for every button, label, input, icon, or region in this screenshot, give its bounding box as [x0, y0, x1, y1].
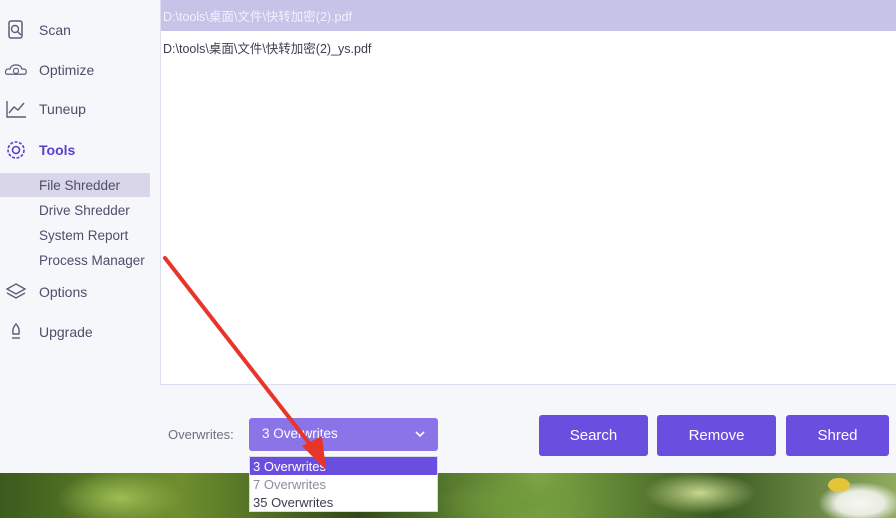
sidebar-item-upgrade[interactable]: Upgrade	[0, 319, 150, 345]
remove-button[interactable]: Remove	[657, 415, 776, 456]
search-button[interactable]: Search	[539, 415, 648, 456]
shred-button[interactable]: Shred	[786, 415, 889, 456]
chevron-down-icon	[414, 427, 426, 439]
file-row[interactable]: D:\tools\桌面\文件\快转加密(2)_ys.pdf	[161, 32, 896, 63]
overwrites-option[interactable]: 3 Overwrites	[250, 457, 437, 475]
file-path: D:\tools\桌面\文件\快转加密(2).pdf	[163, 10, 352, 24]
file-path: D:\tools\桌面\文件\快转加密(2)_ys.pdf	[163, 42, 372, 56]
file-list[interactable]: D:\tools\桌面\文件\快转加密(2).pdf D:\tools\桌面\文…	[160, 0, 896, 385]
sidebar-subitem-label: System Report	[39, 227, 129, 243]
tools-icon	[4, 139, 28, 161]
sidebar-item-options[interactable]: Options	[0, 279, 150, 305]
sidebar-item-label: Tools	[39, 142, 76, 158]
sidebar-item-label: Scan	[39, 22, 71, 38]
sidebar: Scan Optimize Tuneup Tools File Shredder…	[0, 0, 150, 473]
sidebar-item-label: Tuneup	[39, 101, 86, 117]
file-row[interactable]: D:\tools\桌面\文件\快转加密(2).pdf	[161, 0, 896, 31]
overwrites-selected-value: 3 Overwrites	[262, 426, 338, 441]
upgrade-icon	[4, 321, 28, 343]
overwrites-dropdown[interactable]: 3 Overwrites	[249, 418, 438, 451]
sidebar-subitem-label: Process Manager	[39, 252, 145, 268]
overwrites-label: Overwrites:	[168, 427, 234, 442]
overwrites-options-list: 3 Overwrites 7 Overwrites 35 Overwrites	[249, 456, 438, 512]
background-flower	[828, 478, 850, 492]
options-icon	[4, 281, 28, 303]
background-photo	[0, 473, 896, 518]
sidebar-item-label: Options	[39, 284, 88, 300]
sidebar-subitem-label: Drive Shredder	[39, 202, 130, 218]
overwrites-option[interactable]: 35 Overwrites	[250, 493, 437, 511]
sidebar-subitem-process-manager[interactable]: Process Manager	[0, 248, 150, 272]
overwrites-option[interactable]: 7 Overwrites	[250, 475, 437, 493]
sidebar-item-label: Optimize	[39, 62, 95, 78]
sidebar-subitem-label: File Shredder	[39, 177, 121, 193]
sidebar-item-label: Upgrade	[39, 324, 93, 340]
sidebar-item-tuneup[interactable]: Tuneup	[0, 96, 150, 122]
sidebar-subitem-drive-shredder[interactable]: Drive Shredder	[0, 198, 150, 222]
scan-icon	[4, 19, 28, 41]
sidebar-item-tools[interactable]: Tools	[0, 137, 150, 163]
sidebar-item-optimize[interactable]: Optimize	[0, 57, 150, 83]
sidebar-item-scan[interactable]: Scan	[0, 17, 150, 43]
tuneup-icon	[4, 98, 28, 120]
sidebar-subitem-system-report[interactable]: System Report	[0, 223, 150, 247]
sidebar-subitem-file-shredder[interactable]: File Shredder	[0, 173, 150, 197]
optimize-icon	[4, 59, 28, 81]
